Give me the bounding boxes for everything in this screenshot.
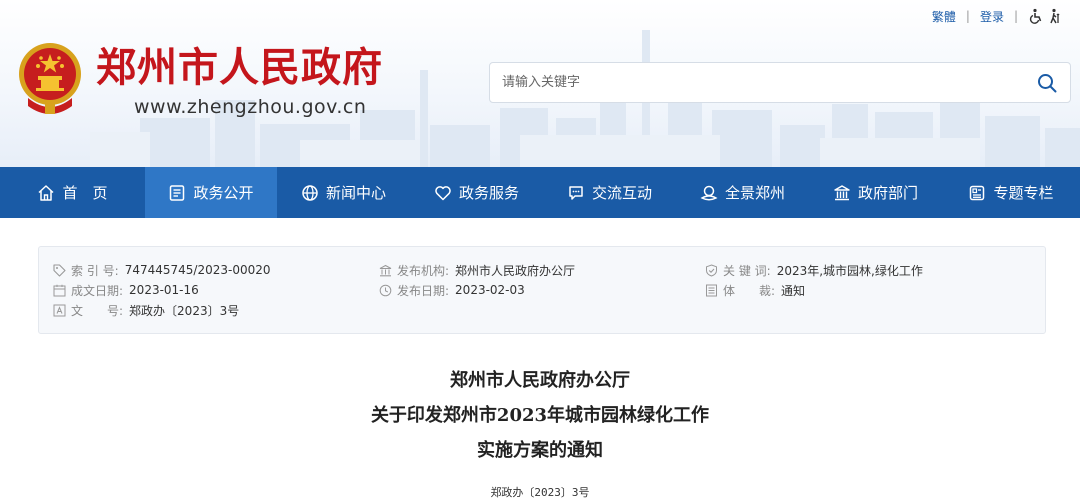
nav-item-interaction[interactable]: 交流互动	[543, 167, 676, 218]
document-metadata-box: 索 引 号: 747445745/2023-00020 发布机构: 郑州市人民政…	[38, 246, 1046, 334]
nav-item-special-topics[interactable]: 专题专栏	[942, 167, 1080, 218]
document-title-line-3: 实施方案的通知	[477, 440, 603, 461]
nav-label: 交流互动	[591, 184, 652, 202]
meta-keywords: 关 键 词: 2023年,城市园林,绿化工作	[705, 261, 923, 279]
site-url: www.zhengzhou.gov.cn	[134, 96, 367, 118]
meta-value: 2023-01-16	[129, 283, 199, 297]
meta-value: 通知	[781, 283, 806, 298]
nav-item-panorama[interactable]: 全景郑州	[676, 167, 809, 218]
link-separator: |	[965, 9, 970, 23]
text-document-icon	[53, 304, 66, 316]
building-icon	[379, 264, 392, 276]
nav-item-departments[interactable]: 政府部门	[809, 167, 942, 218]
nav-label: 新闻中心	[325, 184, 386, 202]
nav-label: 政务服务	[458, 184, 519, 202]
main-content: 索 引 号: 747445745/2023-00020 发布机构: 郑州市人民政…	[0, 218, 1080, 501]
meta-label: 发布机构:	[397, 263, 450, 278]
nav-label: 政府部门	[857, 184, 918, 202]
nav-item-services[interactable]: 政务服务	[410, 167, 543, 218]
meta-created-date: 成文日期: 2023-01-16	[53, 281, 199, 299]
meta-label: 发布日期:	[397, 283, 450, 298]
panorama-icon	[700, 185, 718, 200]
list-icon	[706, 284, 717, 296]
meta-value: 2023-02-03	[455, 283, 525, 297]
meta-label: 索 引 号:	[71, 263, 119, 278]
document-title-line-2: 关于印发郑州市2023年城市园林绿化工作	[370, 405, 710, 426]
top-links: 繁體 | 登录 |	[932, 6, 1064, 26]
heart-icon	[435, 185, 451, 200]
search-box	[489, 62, 1071, 103]
meta-label: 体 裁:	[723, 283, 776, 298]
document-title-line-1: 郑州市人民政府办公厅	[450, 370, 630, 391]
meta-publisher: 发布机构: 郑州市人民政府办公厅	[379, 261, 575, 279]
national-emblem-logo[interactable]	[14, 40, 86, 116]
nav-label: 全景郑州	[724, 184, 785, 202]
meta-value: 郑政办〔2023〕3号	[129, 303, 240, 318]
nav-item-home[interactable]: 首 页	[0, 167, 145, 218]
tag-icon	[53, 263, 66, 277]
elderly-icon[interactable]	[1048, 8, 1064, 24]
special-icon	[970, 185, 985, 200]
meta-genre: 体 裁: 通知	[705, 281, 805, 299]
home-icon	[38, 184, 54, 201]
building-icon	[834, 184, 850, 200]
document-icon	[170, 184, 185, 201]
search-input[interactable]	[490, 63, 1024, 102]
nav-label: 专题专栏	[993, 184, 1054, 202]
site-header: 繁體 | 登录 | 郑州市人民政府 www.zhengzhou.gov.cn 请…	[0, 0, 1080, 167]
shield-check-icon	[706, 263, 717, 277]
meta-label: 成文日期:	[71, 283, 124, 298]
meta-index-no: 索 引 号: 747445745/2023-00020	[53, 261, 271, 279]
search-icon	[1038, 73, 1057, 92]
nav-label: 政务公开	[193, 184, 254, 202]
meta-doc-no: 文 号: 郑政办〔2023〕3号	[53, 301, 239, 319]
meta-label: 文 号:	[71, 303, 124, 318]
calendar-icon	[53, 284, 66, 296]
traditional-chinese-link[interactable]: 繁體	[932, 8, 956, 25]
meta-value: 747445745/2023-00020	[124, 263, 271, 277]
wheelchair-icon[interactable]	[1028, 8, 1044, 24]
clock-icon	[379, 284, 392, 296]
globe-icon	[302, 184, 318, 201]
nav-item-news[interactable]: 新闻中心	[277, 167, 410, 218]
site-title[interactable]: 郑州市人民政府	[96, 42, 383, 94]
document-number: 郑政办〔2023〕3号	[490, 486, 590, 499]
main-nav: 首 页 政务公开 新闻中心 政务服务 交流互动 全景郑州 政府部门 专题专栏	[0, 167, 1080, 218]
chat-icon	[569, 185, 583, 200]
meta-value: 2023年,城市园林,绿化工作	[776, 263, 923, 278]
link-separator: |	[1013, 9, 1018, 23]
meta-value: 郑州市人民政府办公厅	[455, 263, 576, 278]
search-button[interactable]	[1024, 63, 1070, 102]
nav-label: 首 页	[62, 184, 108, 202]
meta-label: 关 键 词:	[723, 263, 771, 278]
meta-published-date: 发布日期: 2023-02-03	[379, 281, 525, 299]
nav-item-government-affairs[interactable]: 政务公开	[145, 167, 277, 218]
accessibility-tools	[1028, 8, 1064, 24]
login-link[interactable]: 登录	[980, 8, 1004, 25]
